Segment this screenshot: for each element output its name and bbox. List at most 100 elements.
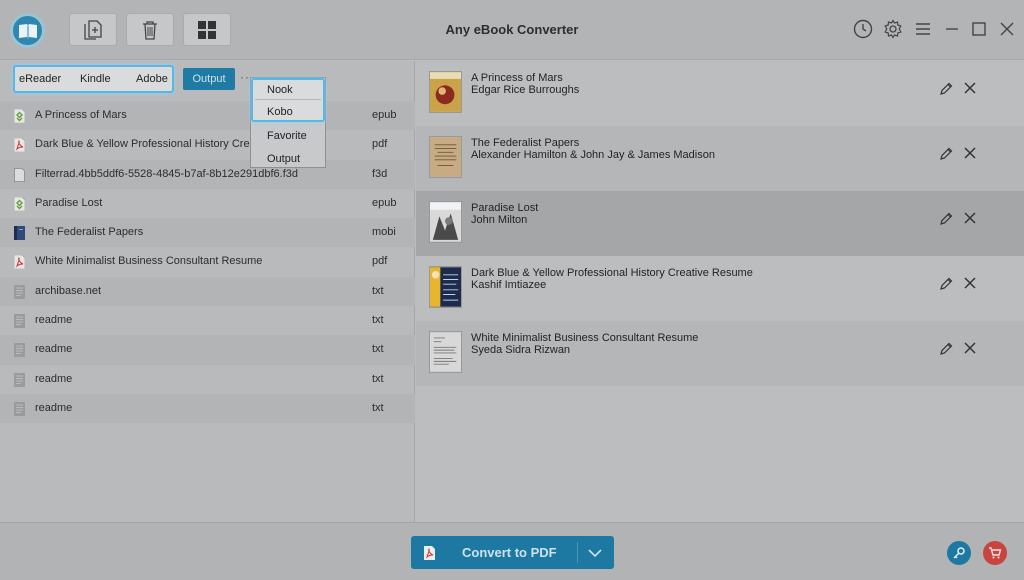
txt-icon	[14, 284, 25, 299]
file-row[interactable]: archibase.net txt	[0, 276, 415, 307]
file-name: readme	[35, 314, 73, 327]
pdf-icon	[14, 255, 25, 270]
book-title: Paradise Lost	[471, 202, 539, 214]
close-window-button[interactable]	[996, 18, 1018, 40]
file-row[interactable]: readme txt	[0, 365, 415, 394]
grid-view-button[interactable]	[183, 13, 231, 46]
remove-icon[interactable]	[962, 275, 978, 291]
remove-icon[interactable]	[962, 210, 978, 226]
conversion-list: A Princess of Mars Edgar Rice Burroughs …	[416, 61, 1024, 522]
maximize-icon	[972, 22, 986, 36]
register-button[interactable]	[947, 541, 971, 565]
minimize-icon	[946, 28, 958, 30]
mobi-icon	[14, 226, 25, 241]
buy-button[interactable]	[983, 541, 1007, 565]
txt-icon	[14, 343, 25, 358]
file-ext: txt	[372, 372, 384, 385]
book-title: Dark Blue & Yellow Professional History …	[471, 267, 753, 279]
tab-kindle[interactable]: Kindle	[80, 73, 111, 85]
edit-pencil-icon[interactable]	[938, 341, 954, 357]
file-ext: txt	[372, 314, 384, 327]
tab-ereader[interactable]: eReader	[19, 73, 61, 85]
file-row[interactable]: Dark Blue & Yellow Professional History …	[0, 130, 415, 159]
history-button[interactable]	[852, 18, 874, 40]
book-author: Alexander Hamilton & John Jay & James Ma…	[471, 149, 715, 161]
maximize-button[interactable]	[968, 18, 990, 40]
settings-button[interactable]	[882, 18, 904, 40]
book-cover	[429, 201, 462, 243]
file-row[interactable]: White Minimalist Business Consultant Res…	[0, 247, 415, 276]
file-row[interactable]: readme txt	[0, 306, 415, 335]
file-ext: epub	[372, 109, 397, 121]
minimize-button[interactable]	[941, 18, 963, 40]
book-item[interactable]: Dark Blue & Yellow Professional History …	[416, 256, 1024, 321]
file-list: A Princess of Mars epub Dark Blue & Yell…	[0, 101, 415, 424]
file-row[interactable]: The Federalist Papers mobi	[0, 218, 415, 248]
txt-icon	[14, 314, 25, 329]
edit-pencil-icon[interactable]	[938, 146, 954, 162]
epub-icon	[14, 196, 25, 211]
epub-icon	[14, 109, 25, 123]
file-name: Paradise Lost	[35, 196, 103, 209]
chevron-down-icon[interactable]	[587, 547, 603, 559]
book-cover	[429, 136, 462, 178]
add-file-button[interactable]	[69, 13, 117, 46]
book-item[interactable]: A Princess of Mars Edgar Rice Burroughs	[416, 61, 1024, 126]
txt-icon	[14, 372, 25, 387]
pdf-icon	[424, 546, 435, 560]
delete-button[interactable]	[126, 13, 174, 46]
book-item[interactable]: Paradise Lost John Milton	[416, 191, 1024, 256]
file-name: The Federalist Papers	[35, 226, 144, 239]
edit-pencil-icon[interactable]	[938, 81, 954, 97]
close-icon	[1000, 22, 1014, 36]
tab-adobe[interactable]: Adobe	[136, 73, 168, 85]
app-logo-icon	[10, 13, 45, 48]
menu-item-favorite[interactable]: Favorite	[267, 130, 307, 142]
file-ext: txt	[372, 284, 384, 297]
menu-button[interactable]	[912, 18, 934, 40]
gear-icon	[884, 19, 902, 39]
file-name: Filterrad.4bb5ddf6-5528-4845-b7af-8b12e2…	[35, 167, 298, 180]
edit-pencil-icon[interactable]	[938, 211, 954, 227]
book-item[interactable]: The Federalist Papers Alexander Hamilton…	[416, 126, 1024, 191]
file-name: Dark Blue & Yellow Professional History …	[35, 138, 273, 151]
file-row[interactable]: readme txt	[0, 335, 415, 365]
file-name: readme	[35, 343, 73, 356]
file-row[interactable]: Paradise Lost epub	[0, 189, 415, 218]
book-author: Syeda Sidra Rizwan	[471, 344, 571, 356]
category-tabs: eReader Kindle Adobe	[13, 65, 174, 93]
hamburger-icon	[916, 23, 930, 35]
file-name: A Princess of Mars	[35, 109, 127, 121]
file-ext: f3d	[372, 167, 388, 180]
book-title: The Federalist Papers	[471, 137, 580, 149]
edit-pencil-icon[interactable]	[938, 276, 954, 292]
file-name: White Minimalist Business Consultant Res…	[35, 255, 263, 268]
tab-output[interactable]: Output	[183, 68, 235, 90]
add-file-icon	[84, 19, 102, 40]
file-ext: pdf	[372, 138, 388, 151]
book-author: Edgar Rice Burroughs	[471, 84, 580, 96]
file-row[interactable]: Filterrad.4bb5ddf6-5528-4845-b7af-8b12e2…	[0, 159, 415, 189]
more-tabs-dropdown: Nook Kobo Favorite Output	[250, 77, 326, 168]
txt-icon	[14, 401, 25, 416]
book-title: A Princess of Mars	[471, 72, 563, 84]
file-row[interactable]: readme txt	[0, 393, 415, 424]
menu-item-kobo[interactable]: Kobo	[267, 106, 293, 118]
remove-icon[interactable]	[962, 340, 978, 356]
key-icon	[953, 547, 965, 559]
file-row[interactable]: A Princess of Mars epub	[0, 101, 415, 131]
convert-button[interactable]: Convert to PDF	[411, 536, 614, 569]
menu-item-output[interactable]: Output	[267, 153, 300, 165]
menu-item-nook[interactable]: Nook	[267, 84, 293, 96]
convert-label: Convert to PDF	[462, 545, 557, 560]
grid-icon	[198, 20, 216, 39]
remove-icon[interactable]	[962, 80, 978, 96]
dropdown-separator	[255, 99, 321, 100]
remove-icon[interactable]	[962, 145, 978, 161]
file-ext: mobi	[372, 226, 396, 239]
book-cover	[429, 71, 462, 113]
book-item[interactable]: White Minimalist Business Consultant Res…	[416, 321, 1024, 386]
cart-icon	[989, 547, 1002, 559]
file-ext: txt	[372, 343, 384, 356]
file-name: readme	[35, 372, 73, 385]
